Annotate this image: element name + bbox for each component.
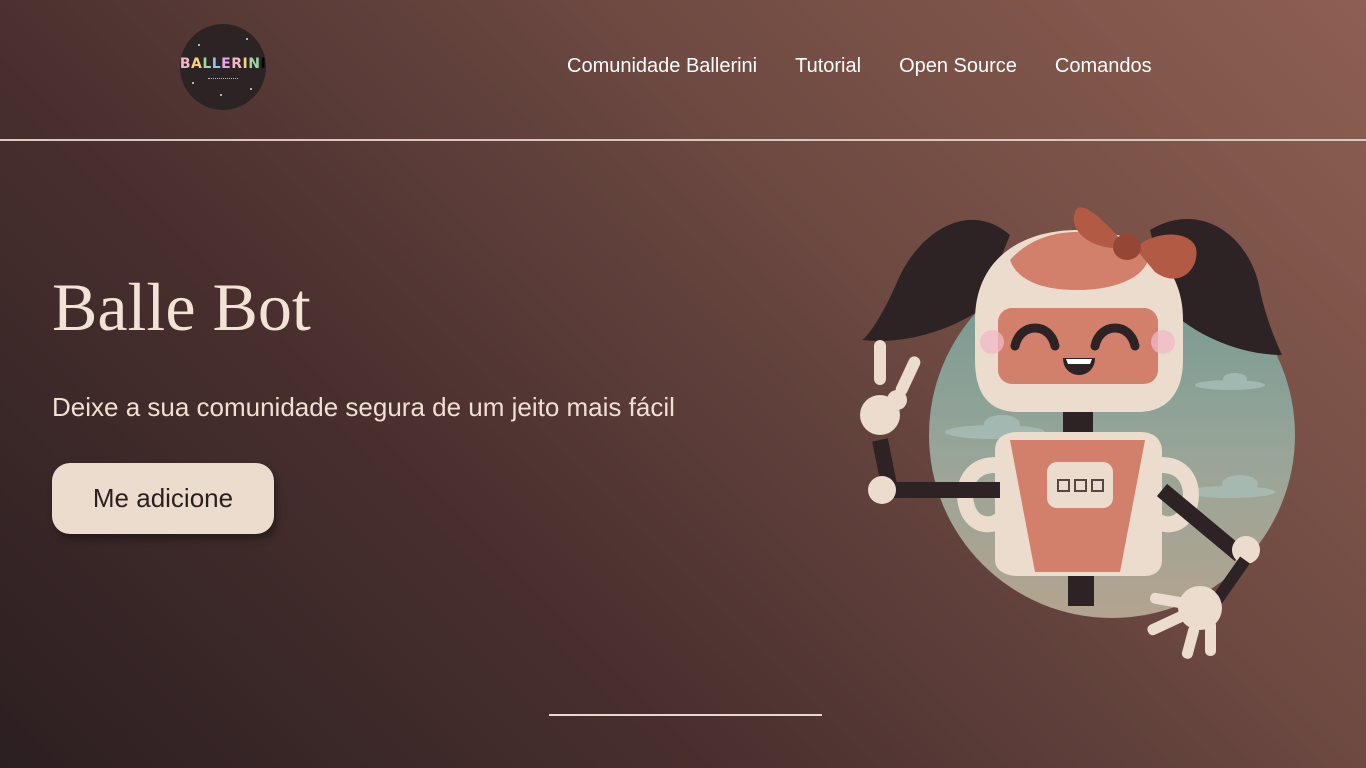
logo-letter: N [248, 55, 261, 72]
logo-underline [208, 75, 238, 79]
hero-title: Balle Bot [52, 269, 311, 345]
header-divider [0, 139, 1366, 141]
add-bot-button[interactable]: Me adicione [52, 463, 274, 534]
logo-letter: A [190, 55, 203, 72]
logo-letter: L [211, 55, 222, 72]
logo-dot [192, 82, 194, 84]
nav-comandos[interactable]: Comandos [1055, 55, 1152, 78]
logo-letter: R [231, 55, 243, 72]
logo-letter: I [260, 55, 267, 72]
main-nav: Comunidade Ballerini Tutorial Open Sourc… [567, 55, 1152, 78]
logo-letter: E [221, 55, 232, 72]
ballerini-logo[interactable]: BALLERINI [180, 24, 266, 110]
robot-illustration [860, 207, 1295, 659]
logo-letter: L [202, 55, 212, 72]
site-header: BALLERINI Comunidade Ballerini Tutorial … [0, 0, 1366, 140]
logo-dot [250, 88, 252, 90]
logo-text: BALLERINI [180, 56, 266, 72]
logo-dot [220, 94, 222, 96]
logo-letter: B [179, 55, 191, 72]
hero-subtitle: Deixe a sua comunidade segura de um jeit… [52, 392, 675, 422]
nav-comunidade-ballerini[interactable]: Comunidade Ballerini [567, 55, 757, 78]
nav-tutorial[interactable]: Tutorial [795, 55, 861, 78]
logo-dot [246, 38, 248, 40]
logo-dot [198, 44, 200, 46]
scroll-indicator-line [549, 714, 822, 716]
nav-open-source[interactable]: Open Source [899, 55, 1017, 78]
